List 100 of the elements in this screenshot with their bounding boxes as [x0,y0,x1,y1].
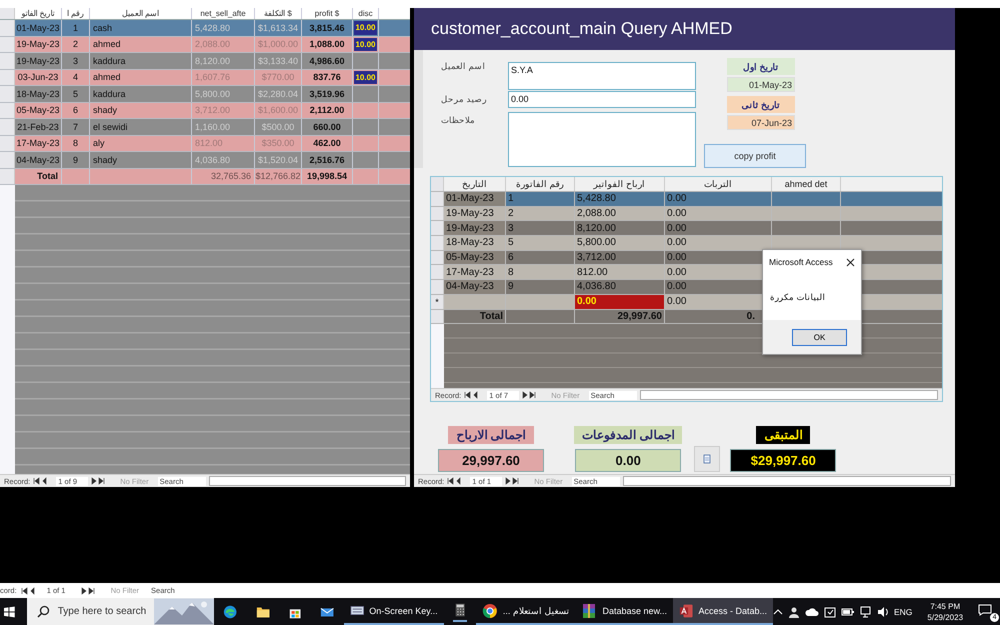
table-cell: 837.76 [302,70,353,85]
close-icon[interactable] [846,258,855,266]
input-field[interactable] [508,112,696,167]
summary-value: 29,997.60 [438,449,544,472]
row-selector[interactable] [431,280,444,294]
table-cell: 4,986.60 [302,53,353,68]
row-selector[interactable] [0,70,15,85]
column-header[interactable]: تاريخ الفاتو [15,8,62,19]
table-cell: 21-Feb-23 [15,119,62,134]
row-selector[interactable] [0,152,15,168]
chevron-up-icon[interactable] [773,606,783,616]
row-selector[interactable] [431,250,444,264]
date-label: تاريخ اول [727,58,795,75]
table-cell: shady [90,152,192,168]
row-selector[interactable] [0,36,15,52]
row-selector[interactable] [431,192,444,206]
taskbar-window-button[interactable]: On-Screen Key... [344,598,444,625]
horizontal-scrollbar[interactable] [640,390,938,400]
table-row[interactable]: 18-May-23 5 5,800.00 0.00 [431,236,942,251]
row-selector[interactable] [0,168,15,184]
table-row[interactable]: 21-Feb-23 7 el sewidi 1,160.00 $500.00 660.00 [0,119,410,136]
table-row[interactable]: 19-May-23 2 2,088.00 0.00 [431,206,942,222]
taskbar-search-field[interactable]: Type here to search [26,598,214,625]
taskbar-window-button[interactable]: ... تسغيل استعلام [476,598,576,625]
column-header[interactable]: التكلفة $ [255,8,302,19]
table-row[interactable]: 19-May-23 3 kaddura 8,120.00 $3,133.40 4,986.60 [0,53,410,70]
table-row[interactable]: 19-May-23 3 8,120.00 0.00 [431,221,942,236]
select-all-corner[interactable] [0,8,15,19]
date-field[interactable]: 07-Jun-23 [727,115,795,130]
discount-badge: 10.00 [354,21,377,34]
taskbar-window-button[interactable]: Access - Datab... [673,598,773,625]
archive-icon [581,602,598,618]
row-selector[interactable] [0,20,15,36]
date-field[interactable]: 01-May-23 [727,77,795,92]
table-cell: 6 [506,250,575,264]
row-selector[interactable] [431,310,444,324]
column-header[interactable]: ارباح الفواتير [575,177,665,191]
table-cell: 3,815.46 [302,20,353,36]
column-header[interactable]: profit $ [302,8,353,19]
clock[interactable]: 7:45 PM 5/29/2023 [927,600,964,622]
row-selector[interactable] [431,221,444,236]
document-button[interactable] [694,446,720,472]
column-header[interactable]: net_sell_afte [192,8,255,19]
ok-button[interactable]: OK [792,328,847,346]
table-row[interactable]: 18-May-23 5 kaddura 5,800.00 $2,280.04 3,519.96 [0,86,410,102]
table-cell: aly [90,136,192,151]
row-selector[interactable] [0,86,15,102]
table-cell: 6 [62,102,90,118]
table-row[interactable]: 04-May-23 9 shady 4,036.80 $1,520.04 2,516.76 [0,152,410,168]
table-row[interactable]: 01-May-23 1 5,428.80 0.00 [431,192,942,207]
language-indicator[interactable]: ENG [894,606,912,616]
row-selector[interactable] [0,102,15,118]
volume-icon[interactable] [877,606,889,618]
cloud-icon[interactable] [805,606,819,616]
table-row[interactable]: 01-May-23 1 cash 5,428.80 $1,613.34 3,815.46 10.00 [0,20,410,36]
table-row[interactable]: 03-Jun-23 4 ahmed 1,607.76 $770.00 837.76 10.00 [0,70,410,86]
row-selector[interactable] [0,53,15,68]
row-selector[interactable] [0,119,15,134]
security-icon[interactable] [824,606,836,618]
table-cell: 8 [62,136,90,151]
start-icon[interactable] [4,606,15,618]
row-selector[interactable] [431,265,444,280]
table-row[interactable]: 19-May-23 2 ahmed 2,088.00 $1,000.00 1,088.00 10.00 [0,36,410,53]
field-label: ملاحظات [441,114,476,125]
select-all-corner[interactable] [431,177,444,191]
table-row[interactable]: 05-May-23 6 shady 3,712.00 $1,600.00 2,112.00 [0,102,410,119]
table-cell: 01-May-23 [444,192,506,206]
table-cell: 812.00 [192,136,255,151]
table-cell: 3,712.00 [192,102,255,118]
input-field[interactable]: S.Y.A [508,62,696,90]
table-cell: $12,766.82 [255,168,302,184]
column-header[interactable]: رقم الفاتورة [506,177,575,191]
table-cell: 01-May-23 [15,20,62,36]
column-header[interactable]: ahmed det [772,177,841,191]
horizontal-scrollbar[interactable] [208,476,406,486]
browser-icon[interactable] [223,604,238,620]
table-cell: shady [90,102,192,118]
column-header[interactable]: disc [353,8,379,19]
table-cell: 2 [62,36,90,52]
table-cell: 8,120.00 [575,221,665,236]
row-selector[interactable] [0,136,15,151]
summary-label: اجمالى الارباح [448,426,534,444]
table-row[interactable]: 17-May-23 8 aly 812.00 $350.00 462.00 [0,136,410,152]
battery-icon[interactable] [841,606,855,616]
row-selector[interactable] [431,236,444,250]
copy-profit-button[interactable]: copy profit [704,144,806,168]
input-field[interactable]: 0.00 [508,91,696,108]
table-cell: $350.00 [255,136,302,151]
column-header[interactable]: اسم العميل [90,8,192,19]
column-header[interactable]: رقم ا [62,8,90,19]
column-header[interactable]: التاريخ [444,177,506,191]
table-cell: kaddura [90,53,192,68]
row-selector[interactable] [431,206,444,220]
column-header[interactable]: التربات [665,177,772,191]
table-cell: 17-May-23 [15,136,62,151]
browser-icon [482,602,498,618]
network-icon[interactable] [860,606,872,618]
calculator-icon[interactable] [452,602,467,622]
horizontal-scrollbar[interactable] [622,476,951,486]
person-icon[interactable] [788,606,800,618]
